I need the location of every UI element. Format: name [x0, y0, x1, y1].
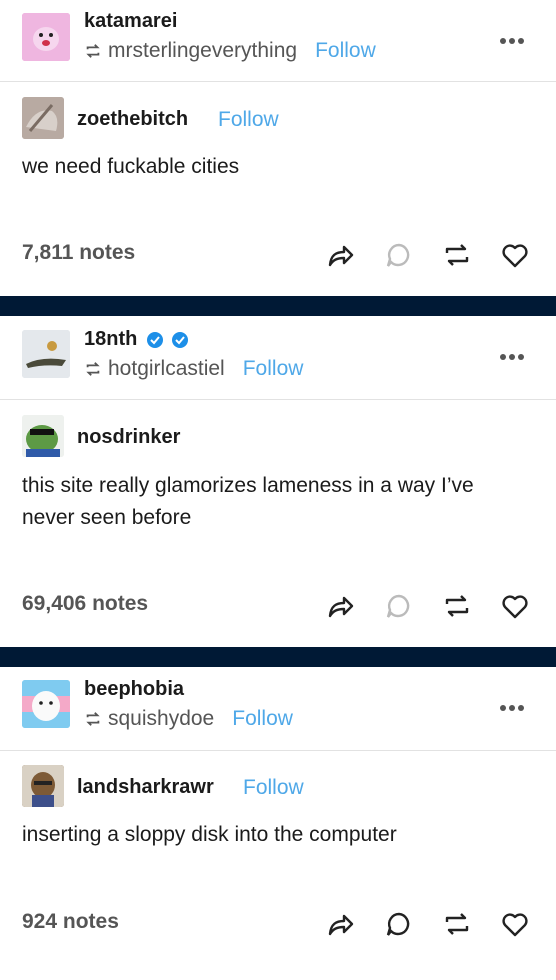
avatar-beephobia[interactable]: [22, 680, 70, 728]
verified-badge-icon: [146, 331, 163, 348]
divider: [0, 750, 556, 751]
avatar-nosdrinker[interactable]: [22, 415, 64, 457]
reblog-icon[interactable]: [442, 240, 472, 270]
reblog-source: squishydoe Follow: [84, 707, 293, 731]
share-icon[interactable]: [326, 240, 356, 270]
post-body: this site really glamorizes lameness in …: [22, 474, 474, 529]
notes-count[interactable]: 924 notes: [22, 910, 119, 934]
post-separator: [0, 296, 556, 316]
share-icon[interactable]: [326, 909, 356, 939]
reblogged-from-username[interactable]: mrsterlingeverything: [108, 39, 297, 63]
follow-button[interactable]: Follow: [315, 39, 376, 63]
share-icon[interactable]: [326, 591, 356, 621]
reblog-icon[interactable]: [442, 909, 472, 939]
reply-icon[interactable]: [384, 591, 414, 621]
heart-icon[interactable]: [500, 591, 530, 621]
reblogged-from-username[interactable]: squishydoe: [108, 707, 214, 731]
header-username[interactable]: katamarei: [84, 10, 177, 33]
reply-icon[interactable]: [384, 909, 414, 939]
divider: [0, 399, 556, 400]
reply-icon[interactable]: [384, 240, 414, 270]
reblog-source: hotgirlcastiel Follow: [84, 357, 303, 381]
verified-badge-icon: [172, 331, 189, 348]
post-actions: [326, 909, 530, 939]
more-icon[interactable]: [500, 705, 524, 711]
reblog-icon: [86, 362, 100, 376]
more-icon[interactable]: [500, 38, 524, 44]
header-username[interactable]: beephobia: [84, 678, 184, 701]
follow-button[interactable]: Follow: [243, 357, 304, 381]
reblogged-from-username[interactable]: hotgirlcastiel: [108, 357, 225, 381]
reblog-icon: [86, 712, 100, 726]
more-icon[interactable]: [500, 354, 524, 360]
post-body: inserting a sloppy disk into the compute…: [22, 823, 397, 846]
post-separator: [0, 647, 556, 667]
original-username[interactable]: nosdrinker: [77, 426, 180, 449]
original-username[interactable]: zoethebitch: [77, 108, 188, 131]
avatar-18nth[interactable]: [22, 330, 70, 378]
follow-button[interactable]: Follow: [218, 108, 279, 132]
follow-button[interactable]: Follow: [243, 776, 304, 800]
header-username-text[interactable]: 18nth: [84, 328, 137, 350]
heart-icon[interactable]: [500, 240, 530, 270]
follow-button[interactable]: Follow: [232, 707, 293, 731]
avatar-katamarei[interactable]: [22, 13, 70, 61]
post-3: beephobia squishydoe Follow landsharkraw…: [0, 667, 556, 980]
notes-count[interactable]: 7,811 notes: [22, 241, 135, 265]
reblog-source: mrsterlingeverything Follow: [84, 39, 376, 63]
avatar-zoethebitch[interactable]: [22, 97, 64, 139]
heart-icon[interactable]: [500, 909, 530, 939]
divider: [0, 81, 556, 82]
avatar-landsharkrawr[interactable]: [22, 765, 64, 807]
post-actions: [326, 240, 530, 270]
original-username[interactable]: landsharkrawr: [77, 776, 214, 799]
post-2: 18nth hotgirlcastiel Follow nosdrinker t…: [0, 316, 556, 647]
header-username: 18nth: [84, 328, 189, 351]
post-1: katamarei mrsterlingeverything Follow zo…: [0, 0, 556, 296]
reblog-icon: [86, 44, 100, 58]
reblog-icon[interactable]: [442, 591, 472, 621]
post-body: we need fuckable cities: [22, 155, 240, 178]
post-actions: [326, 591, 530, 621]
notes-count[interactable]: 69,406 notes: [22, 592, 148, 616]
